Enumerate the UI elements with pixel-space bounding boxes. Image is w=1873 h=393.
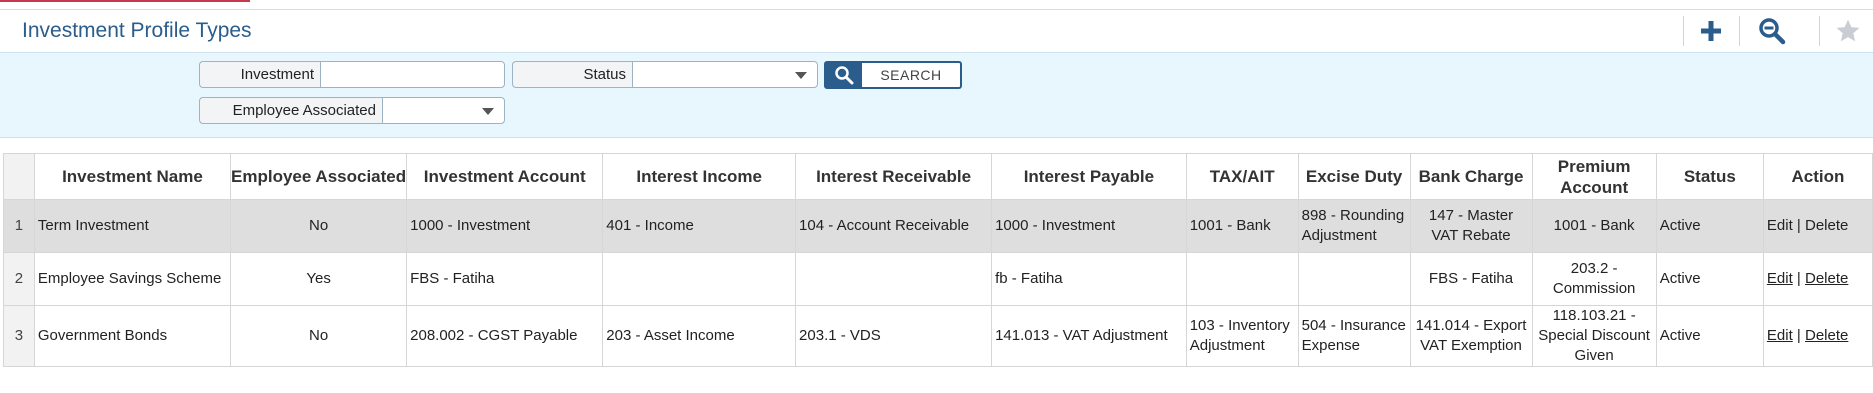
col-header-interest-payable[interactable]: Interest Payable [991, 153, 1187, 200]
star-icon [1836, 19, 1860, 42]
employee-associated-select[interactable] [382, 97, 505, 124]
table-row[interactable]: 3 Government Bonds No 208.002 - CGST Pay… [3, 305, 1873, 367]
col-header-interest-receivable[interactable]: Interest Receivable [795, 153, 993, 200]
status-cell: Active [1655, 305, 1764, 367]
investment-name-cell: Term Investment [33, 199, 232, 253]
col-header-tax-ait[interactable]: TAX/AIT [1185, 153, 1299, 200]
page-header: Investment Profile Types [0, 10, 1873, 53]
employee-associated-cell: Yes [230, 252, 408, 306]
search-button[interactable]: SEARCH [824, 61, 962, 89]
col-header-investment-name[interactable]: Investment Name [33, 153, 232, 200]
interest-income-cell: 203 - Asset Income [602, 305, 797, 367]
investment-account-cell: FBS - Fatiha [406, 252, 604, 306]
premium-account-cell: 118.103.21 - Special Discount Given [1531, 305, 1657, 367]
action-cell: Edit | Delete [1762, 252, 1873, 306]
zoom-out-icon [1759, 18, 1786, 45]
table-header-row: Investment Name Employee Associated Inve… [3, 153, 1873, 200]
col-header-premium-account[interactable]: Premium Account [1531, 153, 1657, 200]
employee-associated-cell: No [230, 305, 408, 367]
status-select[interactable] [632, 61, 818, 88]
employee-associated-cell: No [230, 199, 408, 253]
row-index: 2 [3, 252, 35, 306]
interest-payable-cell: 1000 - Investment [991, 199, 1187, 253]
tax-ait-cell: 1001 - Bank [1185, 199, 1299, 253]
table-row[interactable]: 1 Term Investment No 1000 - Investment 4… [3, 199, 1873, 253]
investment-name-cell: Government Bonds [33, 305, 232, 367]
toolbar-divider [1683, 16, 1684, 46]
status-label: Status [512, 61, 632, 88]
row-index: 1 [3, 199, 35, 253]
bank-charge-cell: 147 - Master VAT Rebate [1409, 199, 1533, 253]
premium-account-cell: 203.2 - Commission [1531, 252, 1657, 306]
delete-link[interactable]: Delete [1805, 270, 1848, 287]
delete-link[interactable]: Delete [1805, 217, 1848, 234]
col-header-investment-account[interactable]: Investment Account [406, 153, 604, 200]
col-header-employee-associated[interactable]: Employee Associated [230, 153, 408, 200]
zoom-out-button[interactable] [1747, 11, 1797, 51]
edit-link[interactable]: Edit [1767, 327, 1793, 344]
col-header-interest-income[interactable]: Interest Income [602, 153, 797, 200]
status-cell: Active [1655, 252, 1764, 306]
status-cell: Active [1655, 199, 1764, 253]
premium-account-cell: 1001 - Bank [1531, 199, 1657, 253]
search-label: SEARCH [880, 67, 942, 83]
action-cell: Edit | Delete [1762, 305, 1873, 367]
excise-duty-cell: 504 - Insurance Expense [1297, 305, 1411, 367]
interest-payable-cell: 141.013 - VAT Adjustment [991, 305, 1187, 367]
col-header-index [3, 153, 35, 200]
interest-payable-cell: fb - Fatiha [991, 252, 1187, 306]
interest-receivable-cell: 104 - Account Receivable [795, 199, 993, 253]
action-cell: Edit | Delete [1762, 199, 1873, 253]
delete-link[interactable]: Delete [1805, 327, 1848, 344]
interest-income-cell: 401 - Income [602, 199, 797, 253]
favorite-button[interactable] [1823, 11, 1873, 51]
table-row[interactable]: 2 Employee Savings Scheme Yes FBS - Fati… [3, 252, 1873, 306]
page-title: Investment Profile Types [22, 19, 252, 42]
search-icon-box [826, 63, 862, 87]
excise-duty-cell [1297, 252, 1411, 306]
col-header-action: Action [1762, 153, 1873, 200]
row-index: 3 [3, 305, 35, 367]
investment-account-cell: 1000 - Investment [406, 199, 604, 253]
action-separator: | [1796, 270, 1801, 287]
excise-duty-cell: 898 - Rounding Adjustment [1297, 199, 1411, 253]
toolbar-divider [1819, 16, 1820, 46]
tax-ait-cell: 103 - Inventory Adjustment [1185, 305, 1299, 367]
investment-profile-table: Investment Name Employee Associated Inve… [3, 153, 1873, 367]
employee-associated-label: Employee Associated [199, 97, 382, 124]
interest-receivable-cell: 203.1 - VDS [795, 305, 993, 367]
add-button[interactable] [1686, 11, 1736, 51]
investment-account-cell: 208.002 - CGST Payable [406, 305, 604, 367]
top-strip [0, 0, 1873, 10]
plus-icon [1701, 21, 1721, 41]
bank-charge-cell: FBS - Fatiha [1409, 252, 1533, 306]
investment-input[interactable] [320, 61, 505, 88]
action-separator: | [1796, 217, 1801, 234]
edit-link[interactable]: Edit [1767, 217, 1793, 234]
col-header-status[interactable]: Status [1655, 153, 1764, 200]
toolbar-divider [1739, 16, 1740, 46]
interest-receivable-cell [795, 252, 993, 306]
tax-ait-cell [1185, 252, 1299, 306]
investment-label: Investment [199, 61, 320, 88]
interest-income-cell [602, 252, 797, 306]
investment-name-cell: Employee Savings Scheme [33, 252, 232, 306]
edit-link[interactable]: Edit [1767, 270, 1793, 287]
search-icon [835, 66, 854, 85]
action-separator: | [1796, 327, 1801, 344]
top-accent-bar [0, 0, 250, 2]
bank-charge-cell: 141.014 - Export VAT Exemption [1409, 305, 1533, 367]
col-header-excise-duty[interactable]: Excise Duty [1297, 153, 1411, 200]
col-header-bank-charge[interactable]: Bank Charge [1409, 153, 1533, 200]
